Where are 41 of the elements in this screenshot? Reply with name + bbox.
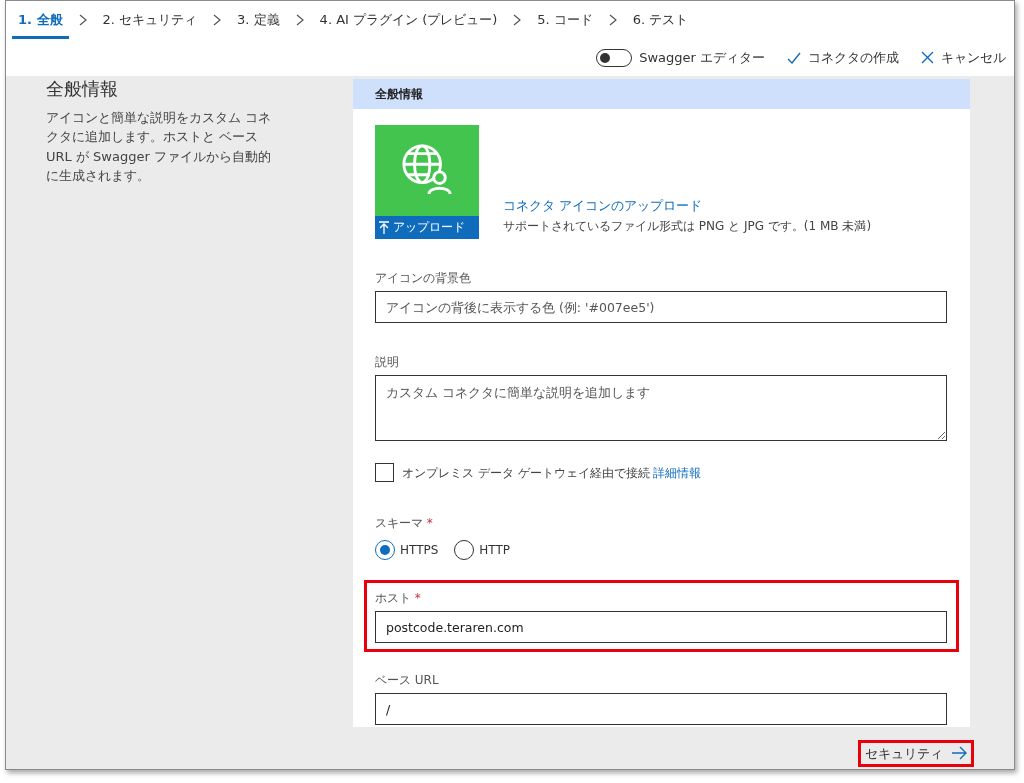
card-header: 全般情報 <box>353 79 970 109</box>
upload-icon <box>378 220 390 235</box>
description-field[interactable]: カスタム コネクタに簡単な説明を追加します <box>375 375 947 441</box>
base-url-field[interactable]: / <box>375 693 947 725</box>
globe-person-icon <box>401 143 453 197</box>
chevron-icon <box>213 14 222 26</box>
step-tab[interactable]: 3. 定義 <box>231 1 286 39</box>
create-connector-button[interactable]: コネクタの作成 <box>787 47 899 68</box>
arrow-right-icon <box>951 746 967 761</box>
swagger-editor-toggle[interactable]: Swagger エディター <box>596 47 765 68</box>
chevron-icon <box>78 14 87 26</box>
chevron-icon <box>295 14 304 26</box>
step-tab[interactable]: 4. AI プラグイン (プレビュー) <box>313 1 504 39</box>
scheme-radio-option[interactable]: HTTP <box>454 540 511 560</box>
field-label: ベース URL <box>375 672 440 689</box>
upload-button[interactable]: アップロード <box>375 216 479 239</box>
supported-formats-note: サポートされているファイル形式は PNG と JPG です。(1 MB 未満) <box>503 218 872 235</box>
field-label: アイコンの背景色 <box>375 270 472 287</box>
background-color-field[interactable]: アイコンの背後に表示する色 (例: '#007ee5') <box>375 291 947 323</box>
field-label: ホスト * <box>375 590 422 607</box>
learn-more-link[interactable]: 詳細情報 <box>653 465 702 480</box>
upload-icon-link[interactable]: コネクタ アイコンのアップロード <box>503 198 702 213</box>
section-description: アイコンと簡単な説明をカスタム コネクタに追加します。ホストと ベース URL が Swagger ファイルから自動的に生成されます。 <box>46 108 273 186</box>
required-asterisk: * <box>426 516 433 530</box>
gateway-checkbox[interactable] <box>375 463 394 482</box>
gateway-label: オンプレミス データ ゲートウェイ経由で接続 詳細情報 <box>402 464 702 482</box>
cancel-button[interactable]: キャンセル <box>921 47 1006 68</box>
field-label: 説明 <box>375 354 400 371</box>
check-icon <box>787 51 801 64</box>
step-tab[interactable]: 2. セキュリティ <box>96 1 204 39</box>
close-icon <box>921 51 934 64</box>
chevron-icon <box>513 14 522 26</box>
step-tab[interactable]: 5. コード <box>531 1 599 39</box>
section-title: 全般情報 <box>46 78 119 100</box>
field-label: スキーマ * <box>375 515 434 532</box>
step-tab[interactable]: 6. テスト <box>626 1 695 39</box>
host-field[interactable]: postcode.teraren.com <box>375 611 947 643</box>
required-asterisk: * <box>414 591 421 605</box>
chevron-icon <box>608 14 617 26</box>
next-security-button[interactable]: セキュリティ <box>858 739 974 767</box>
scheme-radio-option[interactable]: HTTPS <box>375 540 439 560</box>
